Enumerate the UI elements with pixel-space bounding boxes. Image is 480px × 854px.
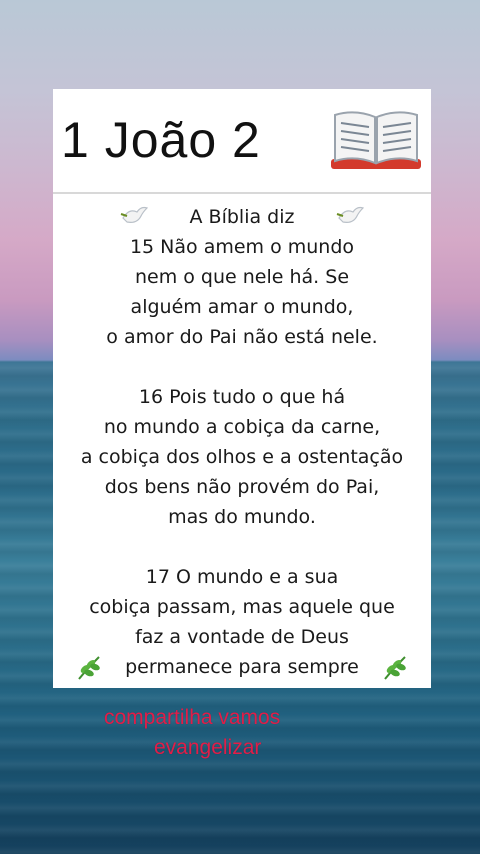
verse-line: o amor do Pai não está nele. (106, 326, 378, 348)
verse-line: a cobiça dos olhos e a ostentação (80, 446, 404, 468)
verse-line: permanece para sempre (125, 656, 359, 678)
verse-line: 16 Pois tudo o que há (138, 386, 346, 408)
verse-line: alguém amar o mundo, (130, 296, 354, 318)
dove-icon (120, 206, 149, 223)
intro-row: A Bíblia diz (53, 202, 431, 232)
herb-icon (384, 656, 406, 680)
verse-text: A Bíblia diz 15 Não amem o mundo nem o q… (53, 202, 431, 682)
open-book-icon (331, 111, 421, 169)
closing-row: permanece para sempre (53, 652, 431, 682)
verse-line: dos bens não provém do Pai, (104, 476, 380, 498)
intro-text: A Bíblia diz (189, 206, 295, 228)
verse-line: 15 Não amem o mundo (129, 236, 355, 258)
verse-line: faz a vontade de Deus (135, 626, 349, 648)
share-line-1: compartilha vamos (104, 706, 281, 729)
page-title: 1 João 2 (61, 112, 261, 168)
verse-card: 1 João 2 A Bíblia diz 15 Não amem o mund… (53, 89, 431, 688)
title-row: 1 João 2 (53, 89, 431, 194)
verse-line: mas do mundo. (168, 506, 316, 528)
verse-line: cobiça passam, mas aquele que (89, 596, 395, 618)
herb-icon (78, 656, 100, 680)
verse-line: nem o que nele há. Se (134, 266, 350, 288)
dove-icon (336, 206, 365, 223)
share-line-2: evangelizar (154, 736, 262, 759)
verse-line: no mundo a cobiça da carne, (103, 416, 381, 438)
share-caption: compartilha vamos evangelizar (104, 703, 364, 763)
verse-line: 17 O mundo e a sua (145, 566, 339, 588)
